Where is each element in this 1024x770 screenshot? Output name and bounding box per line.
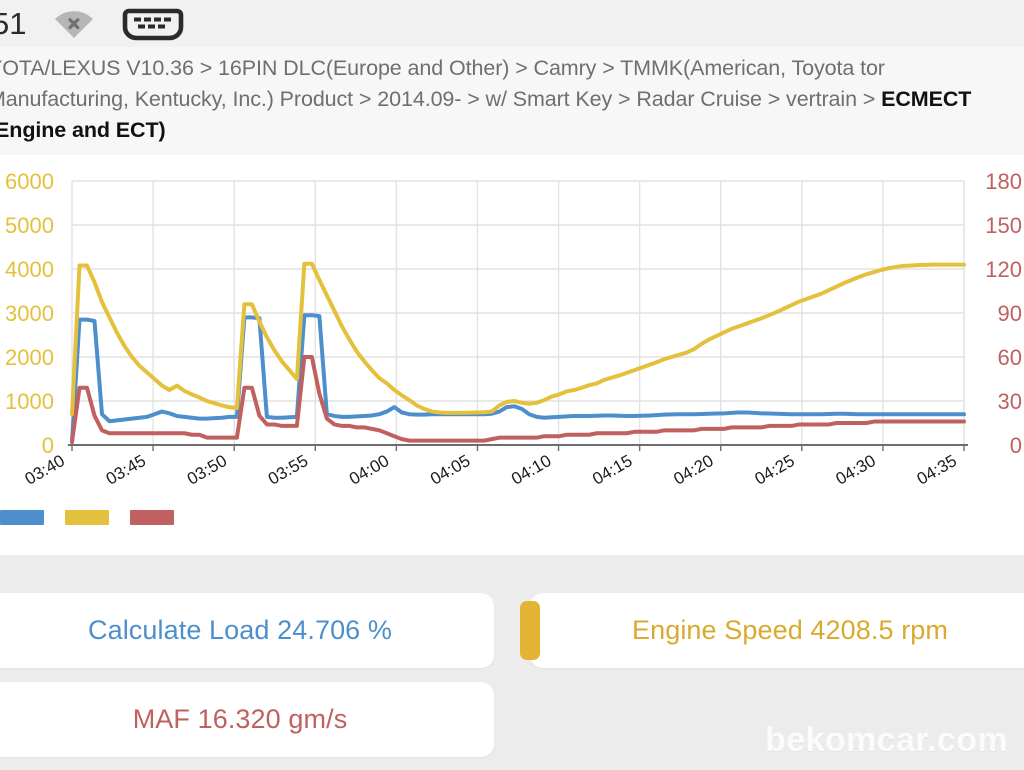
pid-card-engine-speed[interactable]: Engine Speed 4208.5 rpm (520, 593, 1024, 668)
x-axis-tick-label: 04:20 (670, 451, 716, 489)
legend-swatch-maf[interactable] (130, 509, 174, 525)
left-axis-tick-label: 6000 (5, 169, 54, 194)
site-watermark: bekomcar.com (765, 721, 1008, 759)
data-logger-chart[interactable]: 03:40 03:45 03:50 03:55 04:00 04:05 04:10 04:15… (0, 155, 1024, 495)
status-icon-group (52, 7, 184, 41)
left-axis-tick-label: 1000 (5, 389, 54, 414)
left-axis-tick-label: 4000 (5, 257, 54, 282)
obd-connector-icon (122, 7, 184, 41)
left-axis-tick-label: 5000 (5, 213, 54, 238)
x-axis-tick-label: 04:00 (346, 451, 392, 489)
right-axis-tick-label: 30 (998, 389, 1022, 414)
chart-legend (0, 504, 400, 530)
legend-swatch-calculate-load[interactable] (0, 509, 44, 525)
left-axis-tick-label: 3000 (5, 301, 54, 326)
x-axis-tick-label: 04:10 (508, 451, 554, 489)
x-axis-tick-label: 03:50 (184, 451, 230, 489)
pid-card-calculate-load[interactable]: Calculate Load 24.706 % (0, 593, 494, 668)
x-axis-tick-label: 04:15 (589, 451, 635, 489)
right-axis-tick-label: 150 (985, 213, 1022, 238)
legend-swatch-engine-speed[interactable] (65, 509, 109, 525)
right-axis-tick-label: 180 (985, 169, 1022, 194)
right-axis-tick-label: 120 (985, 257, 1022, 282)
pid-card-engine-speed-accent (520, 601, 540, 660)
x-axis-tick-label: 04:05 (427, 451, 473, 489)
right-axis-tick-label: 60 (998, 345, 1022, 370)
right-axis-tick-label: 90 (998, 301, 1022, 326)
x-axis-tick-label: 03:45 (103, 451, 149, 489)
x-axis-tick-label: 03:55 (265, 451, 311, 489)
pid-card-maf[interactable]: MAF 16.320 gm/s (0, 682, 494, 757)
app-root: 51 YOTA/LEXUS V10.36 > 16PIN DLC(Europe … (0, 0, 1024, 770)
x-axis-tick-label: 04:30 (833, 451, 879, 489)
breadcrumb-trail[interactable]: YOTA/LEXUS V10.36 > 16PIN DLC(Europe and… (0, 56, 885, 111)
breadcrumb[interactable]: YOTA/LEXUS V10.36 > 16PIN DLC(Europe and… (0, 53, 1010, 146)
chart-area[interactable]: 03:40 03:45 03:50 03:55 04:00 04:05 04:10 04:15… (0, 155, 1024, 495)
breadcrumb-bar: YOTA/LEXUS V10.36 > 16PIN DLC(Europe and… (0, 47, 1024, 155)
pid-value-cards: Calculate Load 24.706 % Engine Speed 420… (0, 585, 1024, 770)
status-bar: 51 (0, 0, 1024, 47)
pid-card-maf-label: MAF 16.320 gm/s (132, 704, 348, 734)
wifi-off-icon (52, 8, 96, 40)
pid-card-calculate-load-label: Calculate Load 24.706 % (87, 615, 393, 645)
pid-card-engine-speed-label: Engine Speed 4208.5 rpm (631, 615, 949, 645)
left-axis-tick-label: 0 (42, 433, 54, 458)
series-line (70, 261, 966, 417)
status-clock: 51 (0, 6, 27, 41)
x-axis-tick-label: 04:35 (914, 451, 960, 489)
right-axis-tick-label: 0 (1010, 433, 1022, 458)
left-axis-tick-label: 2000 (5, 345, 54, 370)
chart-panel: 03:40 03:45 03:50 03:55 04:00 04:05 04:10 04:15… (0, 155, 1024, 555)
x-axis-tick-label: 04:25 (751, 451, 797, 489)
